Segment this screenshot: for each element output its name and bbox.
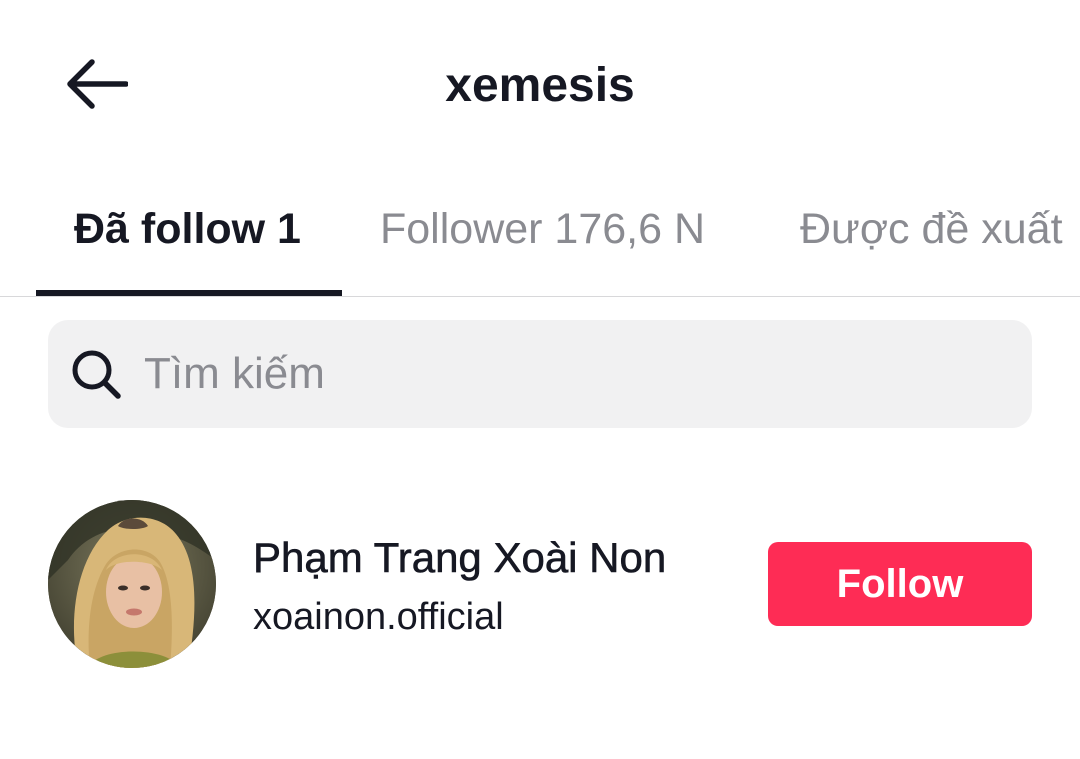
tab-following[interactable]: Đã follow 1 xyxy=(74,204,301,254)
user-display-name[interactable]: Phạm Trang Xoài Non xyxy=(253,532,667,584)
tab-followers[interactable]: Follower 176,6 N xyxy=(380,204,705,254)
avatar[interactable] xyxy=(48,500,216,668)
active-tab-indicator xyxy=(36,290,342,296)
tab-suggested[interactable]: Được đề xuất xyxy=(800,204,1063,254)
search-bar[interactable] xyxy=(48,320,1032,428)
user-handle[interactable]: xoainon.official xyxy=(253,594,504,640)
page-title: xemesis xyxy=(445,59,635,112)
tab-bar: Đã follow 1 Follower 176,6 N Được đề xuấ… xyxy=(0,190,1080,297)
search-icon xyxy=(68,346,124,402)
header-bar: xemesis xyxy=(0,0,1080,170)
search-input[interactable] xyxy=(144,344,984,404)
list-item[interactable]: Phạm Trang Xoài Non xoainon.official Fol… xyxy=(48,500,1032,668)
follow-button[interactable]: Follow xyxy=(768,542,1032,626)
